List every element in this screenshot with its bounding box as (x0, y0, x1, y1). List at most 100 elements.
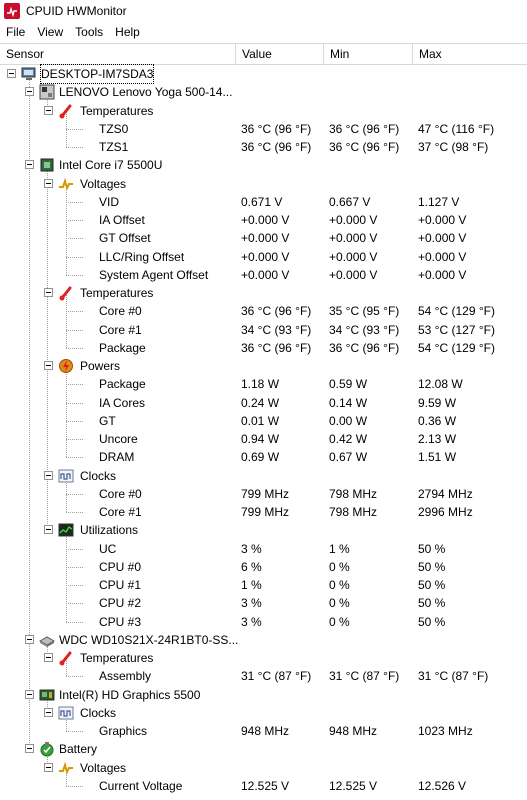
device-node[interactable]: Battery (0, 740, 527, 758)
sensor-value: 3 % (241, 541, 262, 556)
window-title: CPUID HWMonitor (26, 4, 127, 18)
collapse-toggle[interactable] (25, 689, 34, 699)
thermometer-icon (59, 286, 72, 301)
sensor-row[interactable]: TZS1 36 °C (96 °F) 36 °C (96 °F) 37 °C (98 … (0, 138, 527, 156)
device-node[interactable]: Intel(R) HD Graphics 5500 (0, 686, 527, 704)
sensor-row[interactable]: Core #1 799 MHz 798 MHz 2996 MHz (0, 503, 527, 521)
sensor-group-node[interactable]: Voltages (0, 175, 527, 193)
sensor-row[interactable]: VID 0.671 V 0.667 V 1.127 V (0, 193, 527, 211)
collapse-toggle[interactable] (44, 178, 53, 188)
voltage-icon (58, 760, 74, 776)
sensor-min: 12.525 V (329, 778, 378, 793)
sensor-group-node[interactable]: Voltages (0, 759, 527, 777)
sensor-row[interactable]: Uncore 0.94 W 0.42 W 2.13 W (0, 430, 527, 448)
sensor-max: 0.36 W (418, 413, 457, 428)
collapse-toggle[interactable] (44, 707, 53, 717)
collapse-toggle[interactable] (25, 87, 34, 97)
sensor-row[interactable]: CPU #3 3 % 0 % 50 % (0, 613, 527, 631)
sensor-row[interactable]: Package 36 °C (96 °F) 36 °C (96 °F) 54 °C (… (0, 339, 527, 357)
collapse-toggle[interactable] (44, 361, 53, 370)
sensor-row[interactable]: Core #0 799 MHz 798 MHz 2794 MHz (0, 485, 527, 503)
column-value[interactable]: Value (236, 44, 324, 64)
sensor-row[interactable]: DRAM 0.69 W 0.67 W 1.51 W (0, 448, 527, 466)
sensor-name: CPU #2 (99, 596, 142, 611)
tree-connector-line (66, 201, 83, 203)
sensor-group-node[interactable]: Powers (0, 357, 527, 375)
tree-connector-line (66, 274, 83, 276)
sensor-row[interactable]: Core #1 34 °C (93 °F) 34 °C (93 °F) 53 °C (… (0, 321, 527, 339)
sensor-min: +0.000 V (329, 231, 378, 246)
tree-connector-line (66, 329, 83, 331)
device-node[interactable]: LENOVO Lenovo Yoga 500-14... (0, 83, 527, 101)
device-node[interactable]: WDC WD10S21X-24R1BT0-SS... (0, 631, 527, 649)
menu-file[interactable]: File (0, 25, 31, 39)
sensor-max: 2794 MHz (418, 486, 473, 501)
sensor-min: 31 °C (87 °F) (329, 669, 400, 684)
thermometer-icon (59, 651, 72, 666)
tree-connector-line (66, 603, 83, 605)
clock-icon (58, 468, 74, 484)
sensor-row[interactable]: Package 1.18 W 0.59 W 12.08 W (0, 375, 527, 393)
sensor-row[interactable]: Current Voltage 12.525 V 12.525 V 12.526 V (0, 777, 527, 795)
tree-connector-line (66, 238, 83, 240)
sensor-row[interactable]: CPU #1 1 % 0 % 50 % (0, 576, 527, 594)
sensor-row[interactable]: Assembly 31 °C (87 °F) 31 °C (87 °F) 31 °C … (0, 667, 527, 685)
sensor-max: 53 °C (127 °F) (418, 322, 495, 337)
tree-connector-line (66, 785, 83, 787)
sensor-min: 798 MHz (329, 505, 378, 519)
sensor-value: 31 °C (87 °F) (241, 669, 312, 684)
clock-icon (58, 469, 74, 482)
sensor-value: 36 °C (96 °F) (241, 140, 312, 154)
sensor-group-node[interactable]: Utilizations (0, 521, 527, 539)
sensor-row[interactable]: GT Offset +0.000 V +0.000 V +0.000 V (0, 229, 527, 247)
sensor-max: 47 °C (116 °F) (418, 121, 495, 136)
collapse-toggle[interactable] (7, 69, 16, 78)
sensor-row[interactable]: Core #0 36 °C (96 °F) 35 °C (95 °F) 54 °C (… (0, 302, 527, 320)
sensor-row[interactable]: CPU #0 6 % 0 % 50 % (0, 558, 527, 576)
device-node[interactable]: Intel Core i7 5500U (0, 156, 527, 174)
tree-connector-line (66, 147, 83, 148)
sensor-max: +0.000 V (418, 231, 467, 246)
sensor-value: 1.18 W (241, 377, 280, 392)
menu-tools[interactable]: Tools (69, 25, 109, 39)
thermometer-icon (58, 285, 74, 301)
sensor-group-node[interactable]: Clocks (0, 704, 527, 722)
column-min[interactable]: Min (324, 44, 413, 64)
sensor-row[interactable]: UC 3 % 1 % 50 % (0, 540, 527, 558)
processor-icon (39, 157, 55, 173)
sensor-group-node[interactable]: Temperatures (0, 649, 527, 667)
menu-help[interactable]: Help (109, 25, 146, 39)
processor-icon (40, 158, 54, 172)
sensor-tree[interactable]: DESKTOP-IM7SDA3 LENOVO Lenovo Yoga 500-14… (0, 63, 527, 800)
collapse-toggle[interactable] (25, 744, 34, 754)
sensor-min: 0.667 V (329, 194, 371, 209)
collapse-toggle[interactable] (44, 762, 53, 772)
sensor-group-node[interactable]: Clocks (0, 467, 527, 485)
sensor-max: 2.13 W (418, 432, 457, 446)
sensor-row[interactable]: LLC/Ring Offset +0.000 V +0.000 V +0.000 V (0, 248, 527, 266)
collapse-toggle[interactable] (44, 105, 53, 115)
sensor-max: 54 °C (129 °F) (418, 340, 495, 355)
column-max[interactable]: Max (413, 44, 527, 64)
sensor-name: Core #1 (99, 505, 142, 519)
sensor-row[interactable]: IA Offset +0.000 V +0.000 V +0.000 V (0, 211, 527, 229)
collapse-toggle[interactable] (44, 525, 53, 535)
power-icon (58, 358, 74, 374)
sensor-row[interactable]: System Agent Offset +0.000 V +0.000 V +0.00… (0, 266, 527, 284)
collapse-toggle[interactable] (25, 160, 34, 170)
sensor-min: 948 MHz (329, 724, 378, 738)
collapse-toggle[interactable] (44, 653, 53, 662)
collapse-toggle[interactable] (25, 634, 34, 644)
sensor-row[interactable]: GT 0.01 W 0.00 W 0.36 W (0, 412, 527, 430)
collapse-toggle[interactable] (44, 470, 53, 480)
sensor-row[interactable]: Graphics 948 MHz 948 MHz 1023 MHz (0, 722, 527, 740)
collapse-toggle[interactable] (44, 288, 53, 297)
sensor-row[interactable]: TZS0 36 °C (96 °F) 36 °C (96 °F) 47 °C (116… (0, 120, 527, 138)
menu-view[interactable]: View (31, 25, 69, 39)
sensor-row[interactable]: IA Cores 0.24 W 0.14 W 9.59 W (0, 394, 527, 412)
column-sensor[interactable]: Sensor (0, 44, 236, 64)
sensor-group-node[interactable]: Temperatures (0, 284, 527, 302)
tree-root-node[interactable]: DESKTOP-IM7SDA3 (0, 64, 527, 84)
sensor-row[interactable]: CPU #2 3 % 0 % 50 % (0, 594, 527, 612)
sensor-group-node[interactable]: Temperatures (0, 102, 527, 120)
